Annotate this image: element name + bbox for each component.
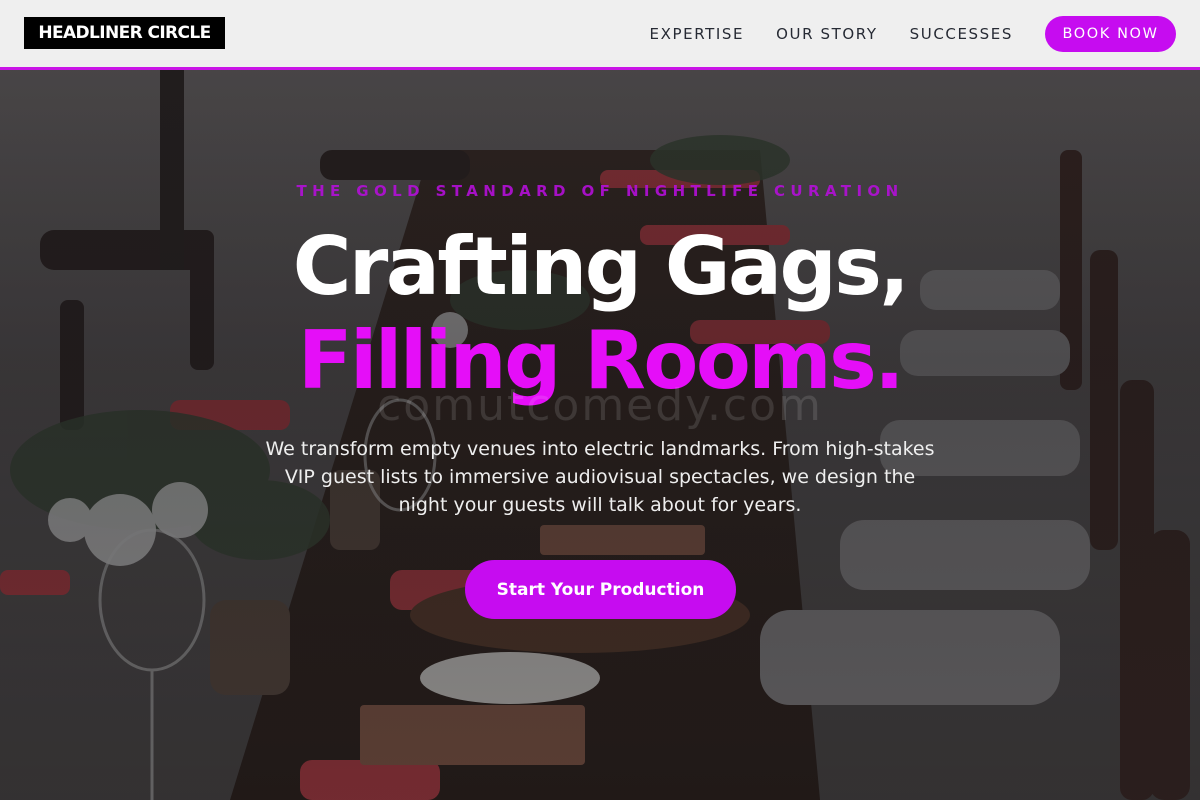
hero-description: We transform empty venues into electric … bbox=[265, 438, 935, 516]
nav-link-successes[interactable]: SUCCESSES bbox=[910, 16, 1013, 52]
nav-link-our-story[interactable]: OUR STORY bbox=[776, 16, 878, 52]
nav-link-expertise[interactable]: EXPERTISE bbox=[650, 16, 745, 52]
headline-line-1: Crafting Gags, bbox=[292, 220, 910, 313]
book-now-button[interactable]: BOOK NOW bbox=[1045, 16, 1176, 52]
nav-links: EXPERTISE OUR STORY SUCCESSES BOOK NOW bbox=[650, 16, 1176, 52]
top-navbar: HEADLINER CIRCLE EXPERTISE OUR STORY SUC… bbox=[0, 0, 1200, 70]
hero-section: THE GOLD STANDARD OF NIGHTLIFE CURATION … bbox=[0, 70, 1200, 800]
watermark-text: comutcomedy.com bbox=[377, 380, 823, 431]
hero-eyebrow: THE GOLD STANDARD OF NIGHTLIFE CURATION bbox=[296, 182, 904, 200]
start-your-production-button[interactable]: Start Your Production bbox=[465, 560, 736, 619]
brand-logo[interactable]: HEADLINER CIRCLE bbox=[24, 17, 225, 49]
